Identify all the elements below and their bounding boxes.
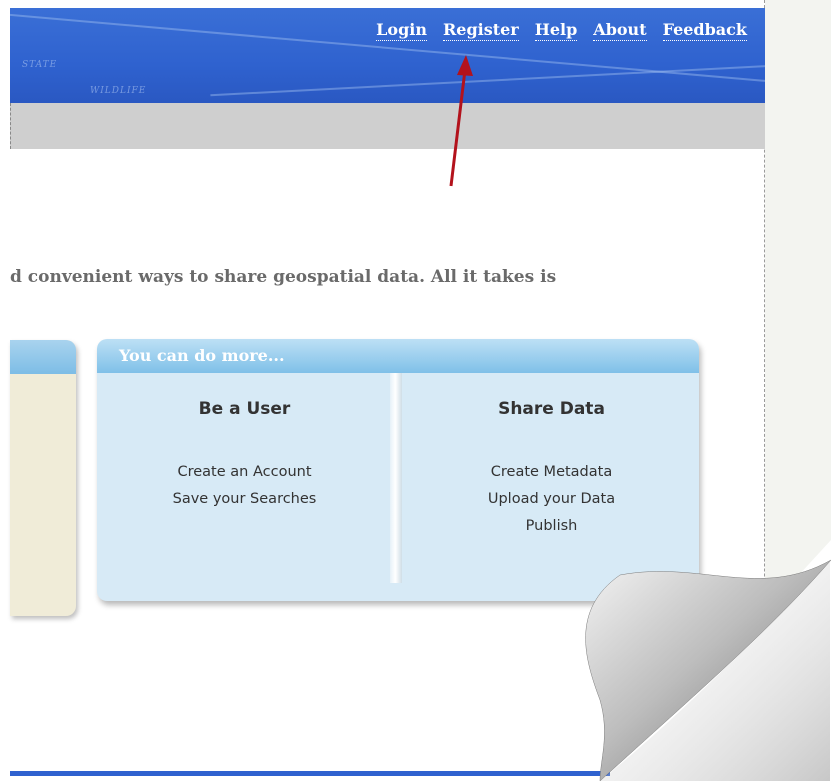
web-page: STATE WILDLIFE Login Register Help About…	[0, 0, 765, 781]
column-heading: Share Data	[498, 399, 605, 419]
left-panel-header	[10, 340, 76, 374]
create-metadata-link[interactable]: Create Metadata	[404, 459, 699, 486]
top-nav: Login Register Help About Feedback	[376, 20, 747, 41]
help-link[interactable]: Help	[534, 20, 578, 41]
be-a-user-column: Be a User Create an Account Save your Se…	[97, 373, 392, 583]
login-link[interactable]: Login	[376, 20, 427, 41]
publish-link[interactable]: Publish	[404, 513, 699, 540]
share-data-column: Share Data Create Metadata Upload your D…	[404, 373, 699, 583]
more-panel: You can do more... Be a User Create an A…	[97, 339, 699, 601]
header-banner: STATE WILDLIFE Login Register Help About…	[10, 8, 765, 103]
upload-data-link[interactable]: Upload your Data	[404, 486, 699, 513]
about-link[interactable]: About	[593, 20, 647, 41]
column-heading: Be a User	[198, 399, 291, 419]
column-divider	[390, 373, 402, 583]
left-panel	[10, 340, 76, 616]
sub-nav-bar	[10, 103, 765, 149]
intro-text: d convenient ways to share geospatial da…	[10, 267, 557, 287]
page-margin	[765, 0, 831, 781]
save-searches-link[interactable]: Save your Searches	[97, 486, 392, 513]
map-label: WILDLIFE	[90, 86, 147, 96]
feedback-link[interactable]: Feedback	[662, 20, 747, 41]
more-panel-title: You can do more...	[97, 339, 699, 373]
footer-bar	[10, 771, 610, 776]
register-link[interactable]: Register	[442, 20, 519, 41]
create-account-link[interactable]: Create an Account	[97, 459, 392, 486]
map-label: STATE	[22, 60, 58, 70]
